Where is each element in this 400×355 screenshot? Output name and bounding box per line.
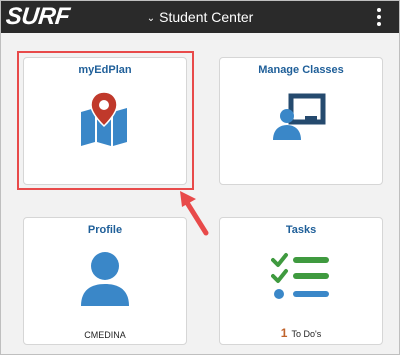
nav-title[interactable]: ⌄ Student Center <box>1 1 399 33</box>
top-header: SURF ⌄ Student Center <box>1 1 399 33</box>
user-icon <box>24 248 186 313</box>
chevron-down-icon: ⌄ <box>146 13 156 24</box>
pointer-arrow-icon <box>176 189 216 244</box>
tile-title: Tasks <box>285 224 317 236</box>
highlight-box <box>17 51 194 190</box>
profile-username: CMEDINA <box>84 330 126 340</box>
tasks-todo-summary: 1 To Do's <box>220 326 382 340</box>
tile-title: Manage Classes <box>258 64 344 76</box>
tile-tasks[interactable]: Tasks 1 To Do's <box>219 217 383 345</box>
todo-label: To Do's <box>291 329 322 339</box>
tile-profile[interactable]: Profile CMEDINA <box>23 217 187 345</box>
teacher-board-icon <box>220 90 382 151</box>
tile-title: Profile <box>87 224 123 236</box>
app-frame: SURF ⌄ Student Center myEdPlan Manage Cla… <box>0 0 400 355</box>
todo-count: 1 <box>280 326 288 340</box>
task-list-icon <box>220 252 382 309</box>
nav-title-label: Student Center <box>159 9 254 25</box>
kebab-menu-icon[interactable] <box>377 8 381 26</box>
tile-manage-classes[interactable]: Manage Classes <box>219 57 383 185</box>
